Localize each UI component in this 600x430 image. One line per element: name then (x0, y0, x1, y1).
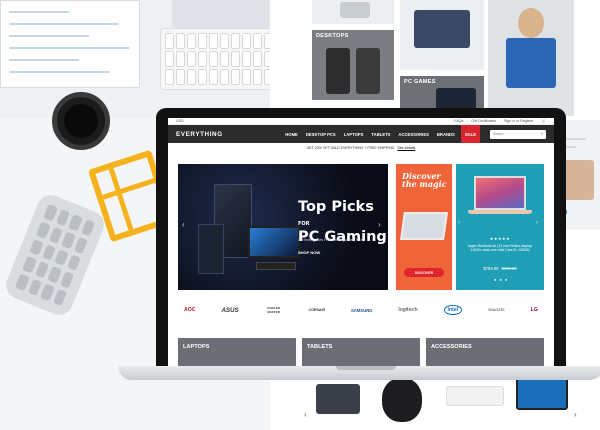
laptop-corner (172, 0, 270, 30)
shelf-next-icon[interactable]: › (574, 410, 577, 419)
shelf-prev-icon[interactable]: ‹ (304, 410, 307, 419)
category-laptops[interactable]: LAPTOPS (178, 338, 296, 366)
search-input[interactable]: Search ⚲ (490, 129, 546, 139)
macbook-image (474, 176, 526, 210)
shop-now-button[interactable]: SHOP NOW (298, 250, 320, 255)
category-tablets-label: TABLETS (307, 344, 333, 350)
tile-laptop (312, 0, 394, 24)
brand-seagate[interactable]: SEAGATE (488, 308, 505, 312)
nav-home[interactable]: HOME (281, 125, 302, 143)
carousel-dots[interactable]: ● ● ● (494, 277, 508, 282)
shelf-mouse (382, 378, 422, 422)
promo-card[interactable]: Discover the magic DISCOVER (396, 164, 452, 290)
brand-intel[interactable]: intel (443, 305, 463, 315)
utility-bar: USD FAQs Gift Certificates Sign in or Re… (168, 118, 554, 125)
drawing-stencil (1, 190, 109, 320)
tile-desktops-label: DESKTOPS (316, 33, 349, 39)
product-price: $769.00 (483, 266, 499, 271)
tile-pc-games-label: PC GAMES (404, 79, 436, 85)
card-prev-icon[interactable]: ‹ (458, 220, 460, 226)
nav-accessories[interactable]: ACCESSORIES (394, 125, 432, 143)
coffee (64, 104, 98, 138)
shelf-tablet (316, 384, 360, 414)
hero-prev-icon[interactable]: ‹ (182, 220, 185, 229)
gaming-pc-small-image (198, 224, 224, 274)
shelf-monitor (516, 376, 568, 410)
tile-surface (400, 0, 484, 70)
gift-certificates-link[interactable]: Gift Certificates (471, 119, 496, 123)
brand-corsair[interactable]: CORSAIR (309, 308, 326, 312)
rating-stars: ★★★★★ (489, 236, 511, 241)
shelf-keyboard (446, 386, 504, 406)
laptop-notch (336, 366, 396, 370)
storefront-screen: USD FAQs Gift Certificates Sign in or Re… (168, 118, 554, 366)
brand-logos: AOC ASUS COOLER MASTER CORSAIR SAMSUNG l… (178, 296, 544, 324)
currency-select[interactable]: USD (176, 119, 184, 123)
promo-text: GET 20% OFF SALE EVERYTHING + FREE SHIPP… (306, 146, 395, 150)
monitor-image (248, 226, 300, 258)
hero-next-icon[interactable]: › (378, 220, 381, 229)
search-icon[interactable]: ⚲ (541, 132, 543, 136)
category-tablets[interactable]: TABLETS (302, 338, 420, 366)
product-old-price: $699.00 (501, 266, 517, 271)
brand-samsung[interactable]: SAMSUNG (351, 308, 372, 313)
cart-icon[interactable]: 🛒 (542, 119, 546, 123)
keyboard-image (160, 28, 278, 90)
promo-bar: GET 20% OFF SALE EVERYTHING + FREE SHIPP… (168, 143, 554, 153)
hero-subtitle: Get three games FREE when you buy PCs (298, 238, 363, 242)
main-navigation: EVERYTHING HOME DESKTOP PCS LAPTOPS TABL… (168, 125, 554, 143)
laptop-image (400, 212, 448, 240)
category-laptops-label: LAPTOPS (183, 344, 210, 350)
hero-banner[interactable]: Top Picks FOR PC Gaming Get three games … (178, 164, 388, 290)
graphics-card-image (256, 262, 296, 270)
product-description: Apple MacBook Air (13-inch Retina displa… (467, 244, 533, 253)
nav-tablets[interactable]: TABLETS (367, 125, 394, 143)
discover-button[interactable]: DISCOVER (404, 268, 444, 277)
faqs-link[interactable]: FAQs (454, 119, 463, 123)
promo-details-link[interactable]: See Details (397, 146, 415, 150)
product-card[interactable]: ★★★★★ Apple MacBook Air (13-inch Retina … (456, 164, 544, 290)
macbook-base (468, 210, 532, 214)
nav-desktop-pcs[interactable]: DESKTOP PCS (302, 125, 340, 143)
nav-brands[interactable]: BRANDS (433, 125, 459, 143)
category-accessories[interactable]: ACCESSORIES (426, 338, 544, 366)
card-next-icon[interactable]: › (536, 220, 538, 226)
nav-laptops[interactable]: LAPTOPS (340, 125, 368, 143)
tile-person (488, 0, 574, 116)
brand-logitech[interactable]: logitech (398, 307, 417, 313)
signin-link[interactable]: Sign in or Register (504, 119, 534, 123)
brand-cooler-master[interactable]: COOLER MASTER (265, 306, 283, 314)
category-accessories-label: ACCESSORIES (431, 344, 472, 350)
brand-lg[interactable]: LG (531, 307, 538, 313)
tile-desktops[interactable]: DESKTOPS (312, 30, 394, 100)
nav-sale[interactable]: SALE (460, 125, 480, 143)
search-placeholder: Search (493, 132, 504, 136)
product-prices: $769.00 $699.00 (456, 266, 544, 271)
store-logo[interactable]: EVERYTHING (176, 131, 223, 138)
menu: HOME DESKTOP PCS LAPTOPS TABLETS ACCESSO… (281, 125, 480, 143)
promo-card-title: Discover the magic (402, 171, 447, 190)
wireframe-sketch (0, 0, 140, 88)
brand-asus[interactable]: ASUS (221, 307, 238, 314)
brand-aoc[interactable]: AOC (184, 307, 196, 313)
category-row: LAPTOPS TABLETS ACCESSORIES (178, 338, 544, 366)
